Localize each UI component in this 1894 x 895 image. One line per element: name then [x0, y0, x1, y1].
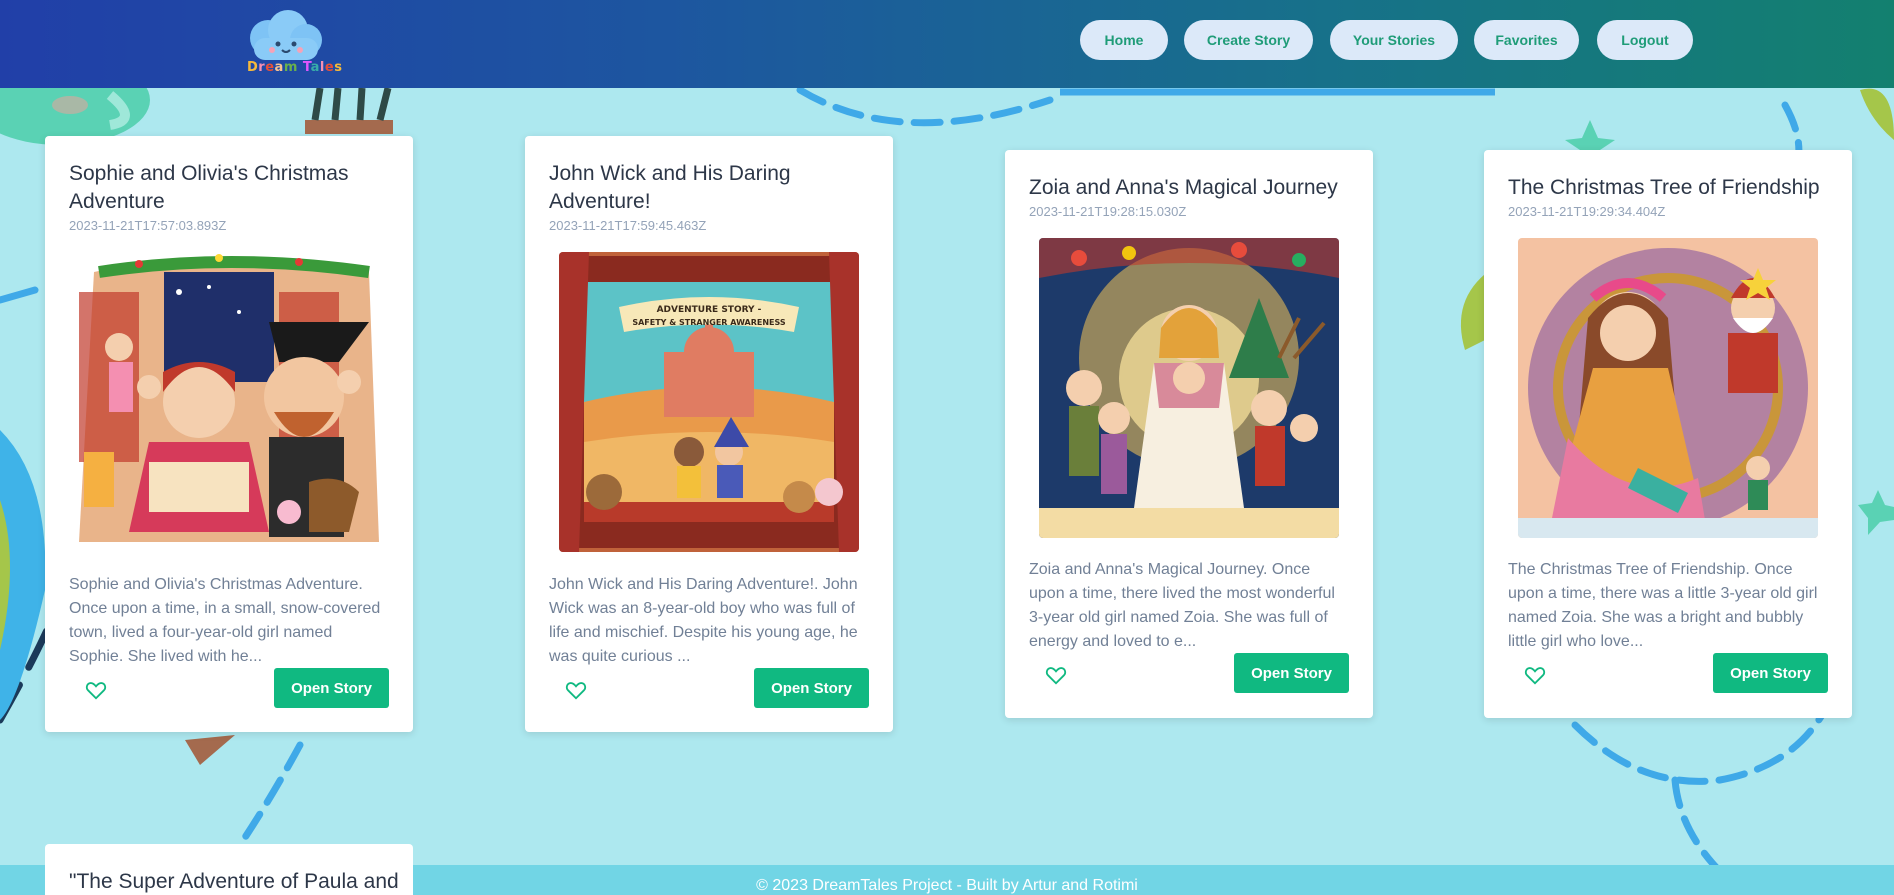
nav-create-story-button[interactable]: Create Story [1184, 20, 1313, 60]
story-card: "The Super Adventure of Paula and [45, 844, 413, 895]
nav-your-stories-button[interactable]: Your Stories [1330, 20, 1458, 60]
story-excerpt: John Wick and His Daring Adventure!. Joh… [549, 576, 858, 665]
story-title: Zoia and Anna's Magical Journey [1029, 176, 1338, 199]
top-navbar: Dream Tales Home Create Story Your Stori… [0, 0, 1894, 88]
story-card: Zoia and Anna's Magical Journey 2023-11-… [1005, 150, 1373, 718]
story-card: Sophie and Olivia's Christmas Adventure … [45, 136, 413, 732]
story-title: The Christmas Tree of Friendship [1508, 176, 1820, 199]
story-title: "The Super Adventure of Paula and [69, 870, 399, 893]
story-card: John Wick and His Daring Adventure! 2023… [525, 136, 893, 732]
story-date: 2023-11-21T17:59:45.463Z [549, 218, 707, 233]
footer-text: © 2023 DreamTales Project - Built by Art… [756, 877, 1138, 894]
story-title: Sophie and Olivia's Christmas Adventure [69, 162, 349, 213]
story-cover-image[interactable] [1518, 238, 1818, 538]
story-card: The Christmas Tree of Friendship 2023-11… [1484, 150, 1852, 718]
story-date: 2023-11-21T17:57:03.893Z [69, 218, 227, 233]
banner-text-1: ADVENTURE STORY - [657, 305, 762, 315]
open-story-button[interactable]: Open Story [1713, 653, 1828, 693]
heart-outline-icon[interactable] [85, 679, 107, 701]
nav-favorites-button[interactable]: Favorites [1474, 20, 1579, 60]
open-story-button[interactable]: Open Story [754, 668, 869, 708]
heart-outline-icon[interactable] [1524, 664, 1546, 686]
story-date: 2023-11-21T19:29:34.404Z [1508, 204, 1666, 219]
heart-outline-icon[interactable] [1045, 664, 1067, 686]
logo-wordmark: Dream Tales [247, 60, 343, 75]
nav-logout-button[interactable]: Logout [1597, 20, 1693, 60]
heart-outline-icon[interactable] [565, 679, 587, 701]
open-story-button[interactable]: Open Story [274, 668, 389, 708]
story-title: John Wick and His Daring Adventure! [549, 162, 791, 213]
open-story-button[interactable]: Open Story [1234, 653, 1349, 693]
story-cover-image[interactable] [79, 252, 379, 552]
nav-home-button[interactable]: Home [1080, 20, 1168, 60]
story-date: 2023-11-21T19:28:15.030Z [1029, 204, 1187, 219]
story-excerpt: Sophie and Olivia's Christmas Adventure.… [69, 576, 381, 665]
story-cover-image[interactable]: ADVENTURE STORY - SAFETY & STRANGER AWAR… [559, 252, 859, 552]
banner-text-2: SAFETY & STRANGER AWARENESS [632, 318, 786, 327]
story-cover-image[interactable] [1039, 238, 1339, 538]
story-excerpt: Zoia and Anna's Magical Journey. Once up… [1029, 561, 1335, 650]
story-excerpt: The Christmas Tree of Friendship. Once u… [1508, 561, 1818, 650]
